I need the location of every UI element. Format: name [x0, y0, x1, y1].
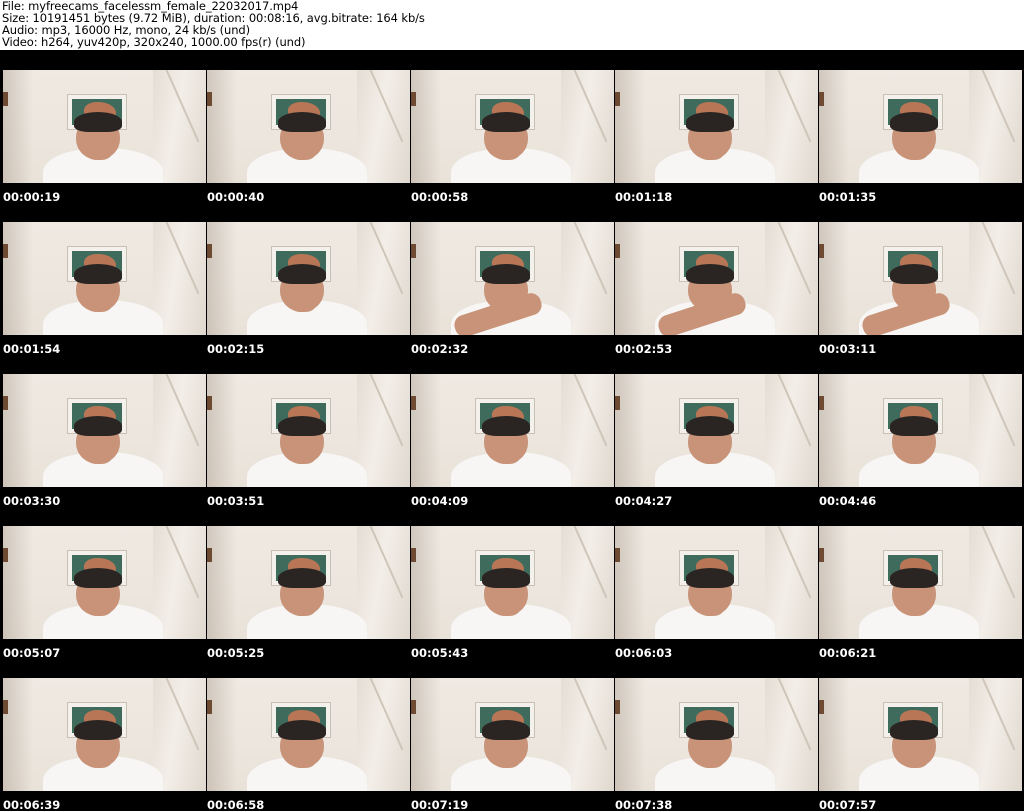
frame-timestamp: 00:01:35 [819, 190, 877, 204]
frame-timestamp: 00:07:57 [819, 798, 877, 812]
file-info-header: File: myfreecams_facelessm_female_220320… [0, 0, 1024, 50]
video-frame-thumbnail [207, 526, 410, 639]
frame-timestamp: 00:00:58 [411, 190, 469, 204]
video-frame-thumbnail [819, 526, 1022, 639]
frame-timestamp: 00:06:21 [819, 646, 877, 660]
video-frame-thumbnail [411, 374, 614, 487]
video-info: Video: h264, yuv420p, 320x240, 1000.00 f… [2, 35, 306, 49]
video-frame-thumbnail [3, 526, 206, 639]
frame-timestamp: 00:04:27 [615, 494, 673, 508]
video-frame-thumbnail [615, 374, 818, 487]
frame-timestamp: 00:03:51 [207, 494, 265, 508]
frame-timestamp: 00:06:58 [207, 798, 265, 812]
video-frame-thumbnail [207, 222, 410, 335]
frame-timestamp: 00:04:46 [819, 494, 877, 508]
frame-timestamp: 00:02:32 [411, 342, 469, 356]
video-frame-thumbnail [615, 678, 818, 791]
video-frame-thumbnail [411, 70, 614, 183]
video-frame-thumbnail [411, 678, 614, 791]
video-frame-thumbnail [207, 678, 410, 791]
frame-timestamp: 00:01:18 [615, 190, 673, 204]
frame-timestamp: 00:02:53 [615, 342, 673, 356]
video-frame-thumbnail [615, 70, 818, 183]
frame-timestamp: 00:05:25 [207, 646, 265, 660]
frame-timestamp: 00:03:11 [819, 342, 877, 356]
frame-timestamp: 00:00:19 [3, 190, 61, 204]
video-frame-thumbnail [615, 222, 818, 335]
frame-timestamp: 00:07:38 [615, 798, 673, 812]
video-frame-thumbnail [819, 374, 1022, 487]
frame-timestamp: 00:07:19 [411, 798, 469, 812]
frame-timestamp: 00:05:43 [411, 646, 469, 660]
video-frame-thumbnail [3, 678, 206, 791]
video-frame-thumbnail [3, 222, 206, 335]
video-frame-thumbnail [207, 70, 410, 183]
frame-timestamp: 00:06:39 [3, 798, 61, 812]
video-frame-thumbnail [615, 526, 818, 639]
video-frame-thumbnail [411, 526, 614, 639]
thumbnail-grid: 00:00:19 00:00:40 00:00:58 00:01:18 00:01:35… [0, 50, 1024, 812]
frame-timestamp: 00:05:07 [3, 646, 61, 660]
frame-timestamp: 00:00:40 [207, 190, 265, 204]
video-frame-thumbnail [819, 70, 1022, 183]
frame-timestamp: 00:03:30 [3, 494, 61, 508]
video-frame-thumbnail [819, 222, 1022, 335]
frame-timestamp: 00:06:03 [615, 646, 673, 660]
frame-timestamp: 00:01:54 [3, 342, 61, 356]
video-frame-thumbnail [207, 374, 410, 487]
video-frame-thumbnail [3, 374, 206, 487]
frame-timestamp: 00:04:09 [411, 494, 469, 508]
frame-timestamp: 00:02:15 [207, 342, 265, 356]
video-frame-thumbnail [3, 70, 206, 183]
video-frame-thumbnail [411, 222, 614, 335]
video-frame-thumbnail [819, 678, 1022, 791]
